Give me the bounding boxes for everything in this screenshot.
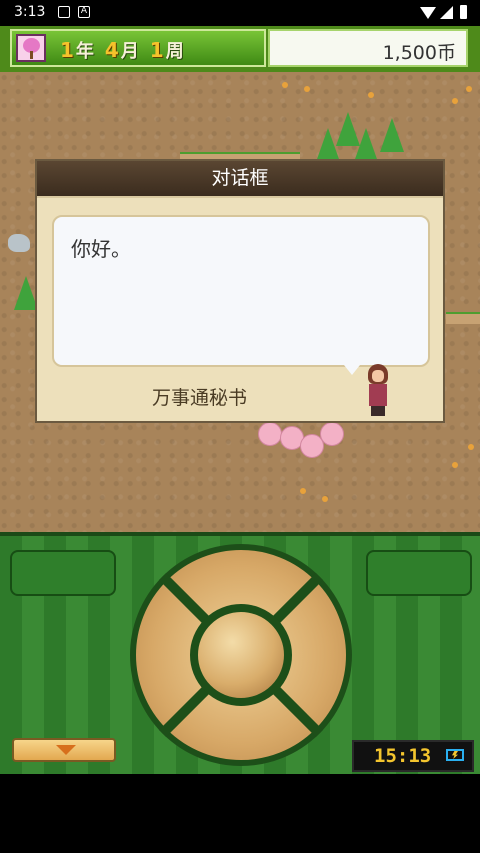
directional-pad[interactable] [130,544,352,766]
flower-icon [452,98,458,104]
flower-icon [452,462,458,468]
dialog-title: 对话框 [211,167,269,189]
dialog-message: 你好。 [71,237,131,261]
flower-icon [466,86,472,92]
flower-icon [282,82,288,88]
system-status-bar: 3:13 A [0,0,480,26]
season-tree-icon[interactable] [16,34,46,62]
speech-bubble-tail [344,365,360,375]
month-number: 4 [104,38,121,62]
battery-charging-icon [446,749,464,761]
image-notification-icon [58,6,70,18]
month-unit: 月 [120,41,141,62]
year-number: 1 [60,38,76,62]
status-time: 3:13 [14,4,46,20]
tree-icon [354,128,378,162]
battery-icon [460,5,467,19]
week-unit: 周 [165,41,186,62]
speaker-name: 万事通秘书 [152,387,248,409]
text-notification-icon: A [78,6,90,18]
money-amount: 1,500币 [382,42,456,64]
wifi-icon [420,7,436,19]
dialog-titlebar: 对话框 [37,161,443,198]
game-hud: 1年 4月 1周 1,500币 [0,26,480,72]
left-slot-button[interactable] [10,550,116,596]
dirt-path [446,312,480,324]
date-panel: 1年 4月 1周 [10,29,266,67]
right-slot-button[interactable] [366,550,472,596]
menu-toggle-button[interactable] [12,738,116,762]
dpad-center-button[interactable] [190,604,292,706]
secretary-sprite [364,364,394,416]
flower-icon [322,496,328,502]
blossom-tree-icon [320,422,344,446]
week-number: 1 [149,38,166,62]
signal-icon [440,6,453,19]
bottom-blank-area [0,774,480,853]
money-display: 1,500币 [268,29,468,67]
year-unit: 年 [75,41,96,62]
blossom-tree-icon [258,422,282,446]
tree-icon [380,118,404,152]
rock-icon [8,234,30,252]
flower-icon [304,86,310,92]
speech-bubble: 你好。 [52,215,430,375]
flower-icon [368,92,374,98]
dialog-box[interactable]: 对话框 你好。 万事通秘书 [35,159,445,423]
game-clock: 15:13 [352,740,474,772]
clock-time: 15:13 [374,745,432,767]
flower-icon [468,444,474,450]
flower-icon [300,488,306,494]
control-panel: 15:13 [0,532,480,778]
chevron-down-icon [56,745,76,755]
game-date: 1年 4月 1周 [60,37,186,63]
